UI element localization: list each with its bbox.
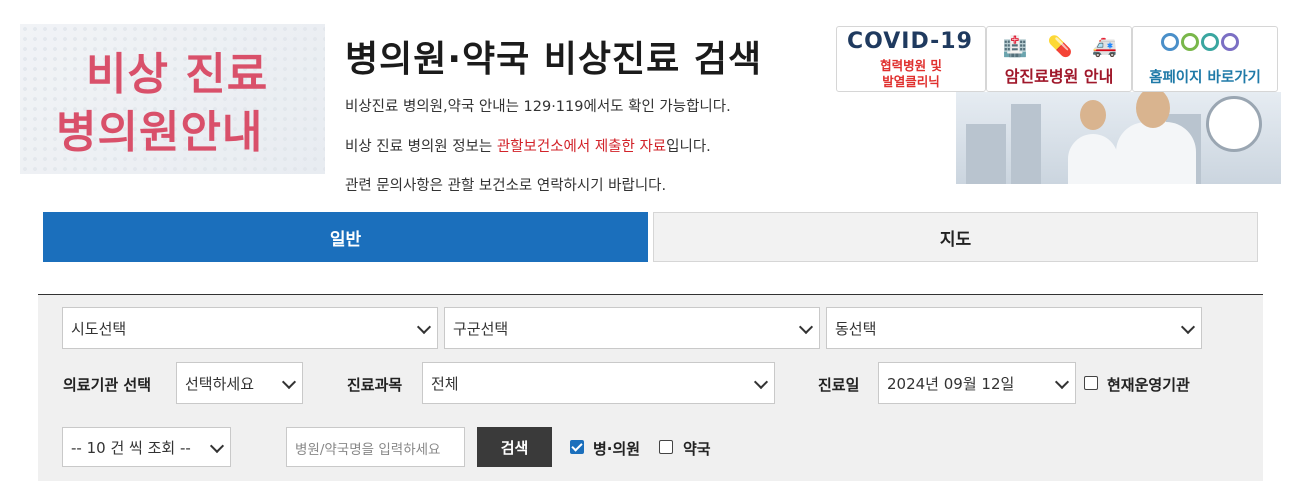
hospital-checkbox-label: 병·의원 bbox=[593, 440, 641, 458]
info-text-source-pre: 비상 진료 병의원 정보는 bbox=[345, 139, 497, 155]
date-select-value: 2024년 09월 12일 bbox=[887, 374, 1015, 393]
date-label: 진료일 bbox=[818, 376, 860, 394]
sido-select-value: 시도선택 bbox=[71, 319, 127, 338]
covid19-banner[interactable]: COVID-19 협력병원 및 발열클리닉 bbox=[836, 26, 986, 92]
page-title: 병의원·약국 비상진료 검색 bbox=[345, 39, 763, 80]
sido-select[interactable]: 시도선택 bbox=[62, 307, 438, 349]
dong-select[interactable]: 동선택 bbox=[826, 307, 1202, 349]
department-label: 진료과목 bbox=[347, 376, 403, 394]
tab-map[interactable]: 지도 bbox=[653, 212, 1258, 262]
cancer-hospital-banner[interactable]: 🏥 💊 🚑 암진료병원 안내 bbox=[986, 26, 1132, 92]
gugun-select-value: 구군선택 bbox=[453, 319, 509, 338]
institution-label: 의료기관 선택 bbox=[63, 376, 152, 394]
dong-select-value: 동선택 bbox=[835, 319, 877, 338]
chevron-down-icon bbox=[284, 375, 294, 391]
chevron-down-icon bbox=[1057, 375, 1067, 391]
clock-icon bbox=[1206, 96, 1262, 152]
homepage-banner[interactable]: 홈페이지 바로가기 bbox=[1132, 26, 1278, 92]
info-text-source-post: 입니다. bbox=[666, 139, 711, 155]
hospital-building-icon: 🏥 bbox=[1002, 34, 1028, 58]
institution-select-value: 선택하세요 bbox=[185, 374, 255, 393]
hospital-icons: 🏥 💊 🚑 bbox=[993, 31, 1127, 61]
chevron-down-icon bbox=[756, 375, 766, 391]
department-select-value: 전체 bbox=[431, 374, 459, 393]
gugun-select[interactable]: 구군선택 bbox=[444, 307, 820, 349]
operating-now-checkbox[interactable] bbox=[1084, 376, 1098, 390]
pharmacy-checkbox-label: 약국 bbox=[683, 440, 711, 458]
ambulance-icon: 🚑 bbox=[1092, 34, 1118, 58]
chevron-down-icon bbox=[419, 320, 429, 336]
medicine-icon: 💊 bbox=[1047, 34, 1073, 58]
chevron-down-icon bbox=[212, 439, 222, 455]
page-size-select-value: -- 10 건 씩 조회 -- bbox=[71, 438, 191, 457]
department-select[interactable]: 전체 bbox=[422, 362, 775, 404]
hospital-checkbox[interactable] bbox=[570, 440, 584, 454]
pharmacy-checkbox[interactable] bbox=[659, 440, 673, 454]
search-input[interactable]: 병원/약국명을 입력하세요 bbox=[286, 427, 465, 467]
info-text-129-119: 비상진료 병의원,약국 안내는 129·119에서도 확인 가능합니다. bbox=[345, 99, 731, 115]
cancer-hospital-banner-label: 암진료병원 안내 bbox=[1004, 67, 1114, 86]
tab-general[interactable]: 일반 bbox=[43, 212, 648, 262]
logo-text-line2: 병의원안내 bbox=[56, 107, 264, 158]
info-text-contact: 관련 문의사항은 관할 보건소로 연락하시기 바랍니다. bbox=[345, 178, 667, 194]
institution-select[interactable]: 선택하세요 bbox=[176, 362, 303, 404]
chevron-down-icon bbox=[801, 320, 811, 336]
operating-now-label: 현재운영기관 bbox=[1107, 376, 1190, 394]
logo-text-line1: 비상 진료 bbox=[86, 49, 269, 100]
page-size-select[interactable]: -- 10 건 씩 조회 -- bbox=[62, 427, 231, 467]
covid19-banner-title: COVID-19 bbox=[847, 29, 973, 54]
info-text-source-highlight: 관할보건소에서 제출한 자료 bbox=[496, 139, 667, 155]
search-button[interactable]: 검색 bbox=[477, 427, 552, 467]
date-select[interactable]: 2024년 09월 12일 bbox=[878, 362, 1076, 404]
doctor-photo bbox=[956, 92, 1281, 184]
homepage-logo-icon bbox=[1161, 33, 1239, 61]
info-text-source: 비상 진료 병의원 정보는 관할보건소에서 제출한 자료입니다. bbox=[345, 135, 711, 156]
chevron-down-icon bbox=[1183, 320, 1193, 336]
homepage-banner-label: 홈페이지 바로가기 bbox=[1149, 70, 1261, 86]
covid19-banner-sub2: 발열클리닉 bbox=[882, 74, 940, 89]
